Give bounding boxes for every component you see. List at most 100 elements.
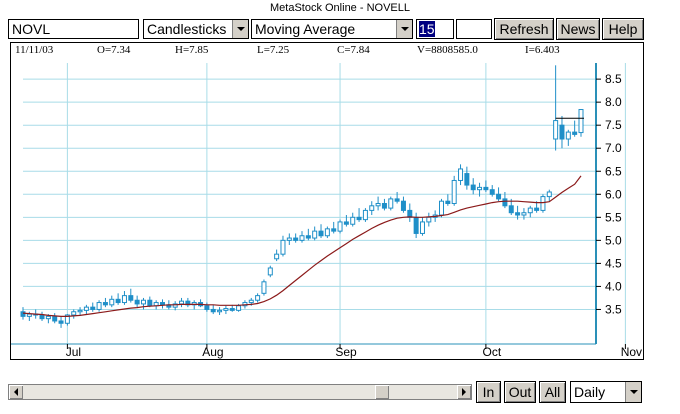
chevron-down-icon[interactable] <box>625 382 641 402</box>
candle-body <box>489 189 495 195</box>
candle-body <box>483 186 489 191</box>
candle-body <box>236 305 242 311</box>
candle-body <box>147 299 153 307</box>
candle-body <box>134 299 140 305</box>
candle-body <box>540 196 546 211</box>
show-all-button[interactable]: All <box>539 381 566 403</box>
candle-body <box>324 228 330 237</box>
candle-body <box>470 184 476 191</box>
candle-body <box>369 205 375 211</box>
y-tick-label: 4.5 <box>605 256 622 270</box>
candle-body <box>299 235 305 241</box>
candle-body <box>128 295 134 301</box>
candle-body <box>496 193 502 200</box>
candle-body <box>160 302 165 306</box>
info-high: H=7.85 <box>175 44 209 56</box>
candle-body <box>109 298 115 306</box>
candle-body <box>343 221 349 225</box>
candle-body <box>77 309 83 313</box>
y-tick-label: 7.5 <box>605 118 622 132</box>
y-tick-label: 4.0 <box>605 279 622 293</box>
x-tick-label: Nov <box>621 345 642 359</box>
period-input[interactable]: 15 <box>416 19 454 39</box>
scroll-thumb[interactable] <box>375 385 389 399</box>
candle-body <box>312 230 318 239</box>
candle-body <box>426 216 432 223</box>
candle-body <box>578 109 584 134</box>
zoom-in-button[interactable]: In <box>476 381 501 403</box>
interval-value: Daily <box>574 384 606 400</box>
candle-body <box>96 302 102 310</box>
candle-body <box>445 200 451 204</box>
y-tick-label: 6.5 <box>605 164 622 178</box>
info-volume: V=8808585.0 <box>417 44 478 56</box>
info-line: 11/11/03 O=7.34 H=7.85 L=7.25 C=7.84 V=8… <box>11 43 643 57</box>
chart-grid <box>11 63 626 345</box>
y-tick-label: 3.5 <box>605 302 622 316</box>
candle-body <box>210 308 216 313</box>
y-tick-label: 6.0 <box>605 187 622 201</box>
candle-body <box>546 191 552 198</box>
candle-body <box>26 313 32 317</box>
zoom-out-button[interactable]: Out <box>504 381 536 403</box>
candle-body <box>274 253 280 260</box>
candle-body <box>407 209 413 218</box>
scroll-left-icon[interactable] <box>9 385 23 399</box>
candle-body <box>115 298 121 304</box>
x-tick-label: Oct <box>483 345 502 359</box>
x-axis-labels: Jul Aug Sep Oct Nov <box>66 344 642 359</box>
chevron-down-icon[interactable] <box>232 20 248 38</box>
candle-body <box>58 320 64 324</box>
candle-body <box>20 311 26 317</box>
y-tick-label: 7.0 <box>605 141 622 155</box>
candle-body <box>71 311 77 316</box>
window-title: MetaStock Online - NOVELL <box>269 2 410 14</box>
parameter-input[interactable] <box>456 19 492 39</box>
candle-body <box>375 203 381 207</box>
chevron-down-icon[interactable] <box>396 20 412 38</box>
candle-body <box>350 216 356 225</box>
candle-body <box>477 186 483 191</box>
right-gutter <box>648 42 680 360</box>
price-chart[interactable]: 3.5 4.0 4.5 5.0 5.5 6.0 6.5 7.0 7.5 8.0 8.5 Jul Aug… <box>11 57 643 359</box>
candle-body <box>559 124 565 140</box>
info-open: O=7.34 <box>97 44 131 56</box>
candle-body <box>515 212 521 216</box>
x-tick-label: Aug <box>202 345 223 359</box>
candle-body <box>39 314 45 320</box>
y-tick-label: 5.5 <box>605 210 622 224</box>
candle-body <box>451 179 457 205</box>
candle-body <box>565 131 571 140</box>
indicator-select[interactable]: Moving Average <box>251 19 413 39</box>
candle-body <box>331 228 337 232</box>
candle-body <box>534 207 540 211</box>
candle-body <box>293 237 299 241</box>
candle-body <box>267 267 273 276</box>
info-close: C=7.84 <box>337 44 370 56</box>
chart-panel[interactable]: 11/11/03 O=7.34 H=7.85 L=7.25 C=7.84 V=8… <box>10 42 644 360</box>
x-tick-label: Sep <box>335 345 357 359</box>
chart-style-select[interactable]: Candlesticks <box>143 19 249 39</box>
scroll-right-icon[interactable] <box>457 385 471 399</box>
horizontal-scrollbar[interactable] <box>8 384 472 400</box>
symbol-input[interactable]: NOVL <box>8 19 139 39</box>
candle-body <box>217 309 223 313</box>
candle-body <box>204 305 210 310</box>
candle-body <box>305 235 311 239</box>
candle-body <box>90 306 96 310</box>
candle-body <box>223 308 229 311</box>
refresh-button[interactable]: Refresh <box>494 18 554 40</box>
candle-body <box>388 198 394 209</box>
candle-body <box>394 198 400 202</box>
candle-body <box>121 295 127 304</box>
candle-body <box>280 239 286 255</box>
candle-body <box>362 209 368 221</box>
toolbar: NOVL Candlesticks Moving Average 15 Refr… <box>0 16 680 42</box>
y-tick-label: 5.0 <box>605 233 622 247</box>
interval-select[interactable]: Daily <box>570 381 642 403</box>
candle-body <box>400 200 406 211</box>
candle-body <box>458 168 464 181</box>
news-button[interactable]: News <box>556 18 600 40</box>
help-button[interactable]: Help <box>602 18 644 40</box>
candle-body <box>140 299 146 305</box>
